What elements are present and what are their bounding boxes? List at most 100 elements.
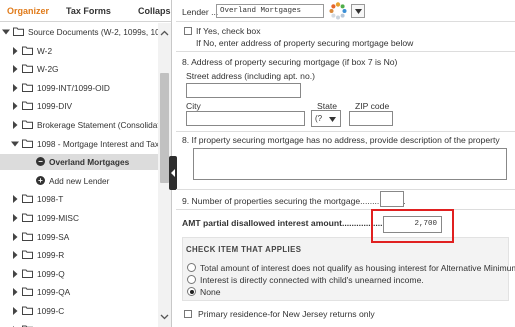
tree-item-label: Brokerage Statement (Consolidated xyxy=(37,120,158,130)
caret-right-icon[interactable] xyxy=(11,307,19,315)
folder-icon xyxy=(22,287,33,297)
if-yes-label: If Yes, check box xyxy=(196,26,261,36)
street-address-input[interactable] xyxy=(186,83,301,98)
folder-icon xyxy=(13,27,24,36)
lender-field[interactable]: Overland Mortgages xyxy=(216,4,324,18)
check-item-header: CHECK ITEM THAT APPLIES xyxy=(186,245,302,254)
organizer-tree: Source Documents (W-2, 1099s, 1098) W-2 W-… xyxy=(0,23,158,327)
caret-right-icon[interactable] xyxy=(11,46,19,55)
city-input[interactable] xyxy=(186,111,305,126)
tree-item[interactable]: 1099-MISC xyxy=(0,210,158,226)
folder-icon xyxy=(22,194,33,204)
number-of-properties-input[interactable] xyxy=(380,191,404,207)
scroll-thumb[interactable] xyxy=(160,73,169,183)
tree-item[interactable]: Brokerage Statement (Consolidated xyxy=(0,117,158,133)
property-description-question: 8. If property securing mortgage has no … xyxy=(182,135,500,145)
caret-right-icon[interactable] xyxy=(11,269,19,278)
lender-label: Lender ... xyxy=(182,7,219,17)
tree-item[interactable]: 1098-T xyxy=(0,191,158,207)
caret-right-icon[interactable] xyxy=(11,121,19,129)
folder-icon xyxy=(22,269,33,278)
option-child-income-label: Interest is directly connected with chil… xyxy=(200,275,424,285)
tree-item[interactable]: 1099-Q xyxy=(0,266,158,282)
folder-icon xyxy=(22,250,33,260)
tree-item[interactable]: 1099-DIV xyxy=(0,98,158,114)
tree-item[interactable]: W-2 xyxy=(0,43,158,59)
tree-item-label: 1098 - Mortgage Interest and Taxes xyxy=(37,138,158,149)
caret-right-icon[interactable] xyxy=(11,102,19,111)
tree-item-label: Add new Lender xyxy=(49,175,110,186)
tab-collapse[interactable]: Collaps xyxy=(138,6,171,16)
tree-item-label: 1098-T xyxy=(37,194,64,205)
tree-item-label: 1099-INT/1099-OID xyxy=(37,82,110,93)
lender-dropdown-button[interactable] xyxy=(351,4,365,18)
primary-residence-checkbox[interactable] xyxy=(184,310,192,318)
option-none-radio[interactable] xyxy=(187,287,196,296)
folder-icon xyxy=(22,46,33,55)
option-child-income-radio[interactable] xyxy=(187,275,196,284)
state-select-value: (? xyxy=(315,114,323,123)
tree-item[interactable]: + Add new Lender xyxy=(0,173,158,189)
caret-right-icon[interactable] xyxy=(11,195,19,204)
option-total-amount-label: Total amount of interest does not qualif… xyxy=(200,263,515,273)
number-of-properties-label: 9. Number of properties securing the mor… xyxy=(182,196,406,206)
tree-item[interactable]: 1099-QA xyxy=(0,284,158,300)
caret-right-icon[interactable] xyxy=(11,232,19,241)
tree-item-label: 1099-DIV xyxy=(37,101,73,112)
tree-item[interactable]: Source Documents (W-2, 1099s, 1098) xyxy=(0,24,158,40)
city-label: City xyxy=(186,101,201,111)
folder-icon xyxy=(22,232,33,241)
option-none-label: None xyxy=(200,287,221,297)
amt-input[interactable]: 2,700 xyxy=(383,216,442,233)
zip-code-label: ZIP code xyxy=(355,101,390,111)
tree-item[interactable]: 1099-G xyxy=(0,322,158,327)
tree-item[interactable]: 1099-C xyxy=(0,303,158,319)
divider xyxy=(176,189,515,190)
tree-item-label: Source Documents (W-2, 1099s, 1098) xyxy=(28,27,158,37)
caret-down-icon[interactable] xyxy=(2,28,10,36)
caret-right-icon[interactable] xyxy=(11,251,19,260)
tree-item-label: 1099-C xyxy=(37,306,65,316)
tree-item[interactable]: 1099-INT/1099-OID xyxy=(0,80,158,96)
loading-spinner-icon xyxy=(329,2,347,20)
tree-item[interactable]: − Overland Mortgages xyxy=(0,154,158,171)
tree-item[interactable]: 1099-SA xyxy=(0,229,158,245)
folder-icon xyxy=(22,213,33,222)
caret-down-icon xyxy=(329,117,336,122)
caret-right-icon[interactable] xyxy=(11,214,19,222)
if-yes-checkbox[interactable] xyxy=(184,27,192,35)
primary-residence-label: Primary residence-for New Jersey returns… xyxy=(198,309,375,319)
zip-code-input[interactable] xyxy=(349,111,393,126)
tree-item[interactable]: 1098 - Mortgage Interest and Taxes xyxy=(0,136,158,152)
scroll-down-icon[interactable] xyxy=(160,312,169,321)
folder-icon xyxy=(22,120,33,129)
caret-right-icon[interactable] xyxy=(11,83,19,92)
organizer-tabs: Organizer Tax Forms Collaps xyxy=(0,0,171,22)
tree-item-label: 1099-MISC xyxy=(37,213,79,223)
plus-circle-icon: + xyxy=(36,175,45,185)
divider xyxy=(176,209,515,210)
tree-item-label: 1099-Q xyxy=(37,268,65,279)
street-address-label: Street address (including apt. no.) xyxy=(186,71,315,81)
property-description-textarea[interactable] xyxy=(193,148,507,180)
tab-tax-forms[interactable]: Tax Forms xyxy=(66,6,111,16)
folder-icon xyxy=(22,101,33,111)
caret-right-icon[interactable] xyxy=(11,65,19,74)
scroll-up-icon[interactable] xyxy=(160,29,169,38)
tree-item-label: 1099-QA xyxy=(37,287,71,298)
caret-down-icon[interactable] xyxy=(11,140,19,148)
state-select[interactable]: (? xyxy=(311,110,341,127)
tree-item[interactable]: W-2G xyxy=(0,61,158,77)
caret-right-icon[interactable] xyxy=(11,288,19,297)
address-question: 8. Address of property securing mortgage… xyxy=(182,57,398,67)
option-total-amount-radio[interactable] xyxy=(187,263,196,272)
folder-icon xyxy=(22,139,33,148)
tree-item[interactable]: 1099-R xyxy=(0,247,158,263)
lender-selector-row: Lender ... Overland Mortgages xyxy=(176,0,515,22)
minus-circle-icon: − xyxy=(36,157,45,167)
divider xyxy=(176,131,515,132)
folder-icon xyxy=(22,306,33,315)
tree-item-label: 1099-SA xyxy=(37,231,70,242)
tab-organizer[interactable]: Organizer xyxy=(7,6,49,16)
tree-item-label: W-2 xyxy=(37,45,53,56)
